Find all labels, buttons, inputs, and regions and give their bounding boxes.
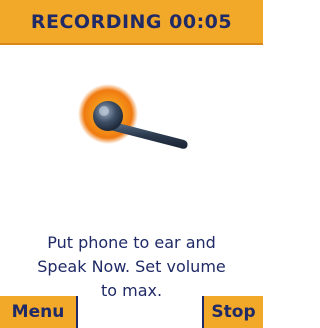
microphone-icon [74, 84, 194, 154]
recording-timer-title: RECORDING 00:05 [30, 10, 233, 33]
stop-softkey[interactable]: Stop [202, 296, 263, 328]
menu-softkey[interactable]: Menu [0, 296, 78, 328]
instruction-text: Put phone to ear and Speak Now. Set volu… [14, 231, 249, 303]
recording-screen: RECORDING 00:05 Put phone to ear and Spe… [0, 0, 263, 328]
instruction-line: Speak Now. Set volume [37, 257, 226, 276]
instruction-line: Put phone to ear and [47, 233, 216, 252]
softkey-bar: Menu Stop [0, 296, 263, 328]
title-bar: RECORDING 00:05 [0, 0, 263, 45]
